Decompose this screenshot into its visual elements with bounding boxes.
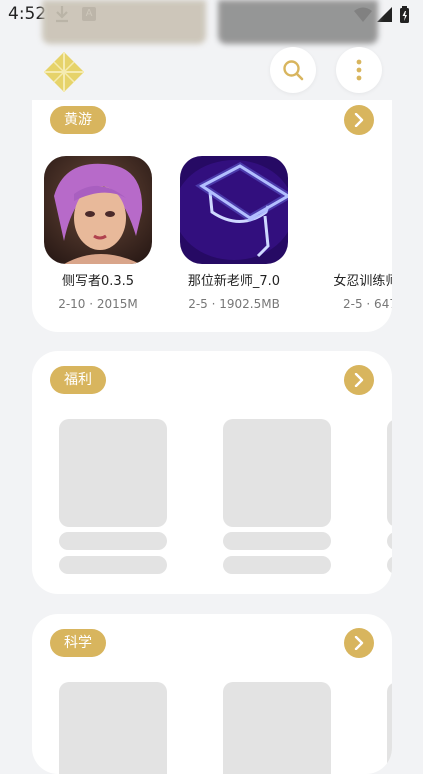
placeholder-icon (223, 419, 331, 527)
section-tag[interactable]: 福利 (50, 366, 106, 394)
section-tag[interactable]: 黄游 (50, 106, 106, 134)
placeholder-icon (387, 419, 392, 527)
app-icon[interactable] (180, 156, 288, 264)
app-meta: 2-5 · 647 (343, 297, 392, 311)
more-button[interactable] (336, 47, 382, 93)
chevron-right-icon (354, 636, 364, 650)
placeholder-icon (59, 419, 167, 527)
banner-image[interactable] (218, 0, 378, 44)
app-logo[interactable] (44, 52, 84, 92)
signal-icon (377, 7, 392, 22)
app-meta: 2-10 · 2015M (58, 297, 138, 311)
more-vertical-icon (356, 59, 362, 81)
app-name: 女忍训练师0 (333, 274, 392, 289)
section-more-button[interactable] (344, 365, 374, 395)
placeholder-line (59, 556, 167, 574)
status-time: 4:52 (8, 4, 47, 24)
search-button[interactable] (270, 47, 316, 93)
placeholder-line (59, 532, 167, 550)
app-item[interactable]: 女忍训练师0 2-5 · 647 (316, 156, 392, 311)
section-tag[interactable]: 科学 (50, 629, 106, 657)
app-item[interactable]: 那位新老师_7.0 2-5 · 1902.5MB (180, 156, 288, 311)
chevron-right-icon (354, 113, 364, 127)
app-icon[interactable] (44, 156, 152, 264)
search-icon (283, 60, 304, 81)
app-meta: 2-5 · 1902.5MB (188, 297, 280, 311)
banner-image[interactable] (42, 0, 206, 44)
placeholder-line (387, 556, 392, 574)
placeholder-line (223, 532, 331, 550)
section-more-button[interactable] (344, 105, 374, 135)
section-card-huangyou: 黄游 侧写者0.3.5 2-10 · 2015M 那位新老师_7.0 2-5 ·… (32, 100, 392, 332)
app-name: 那位新老师_7.0 (187, 274, 281, 289)
placeholder-icon (59, 682, 167, 774)
section-more-button[interactable] (344, 628, 374, 658)
placeholder-icon (223, 682, 331, 774)
chevron-right-icon (354, 373, 364, 387)
section-card-fuli: 福利 (32, 351, 392, 594)
placeholder-icon (387, 682, 392, 774)
placeholder-line (223, 556, 331, 574)
placeholder-line (387, 532, 392, 550)
app-name: 侧写者0.3.5 (61, 274, 135, 289)
app-item[interactable]: 侧写者0.3.5 2-10 · 2015M (44, 156, 152, 311)
section-card-kexue: 科学 (32, 614, 392, 774)
